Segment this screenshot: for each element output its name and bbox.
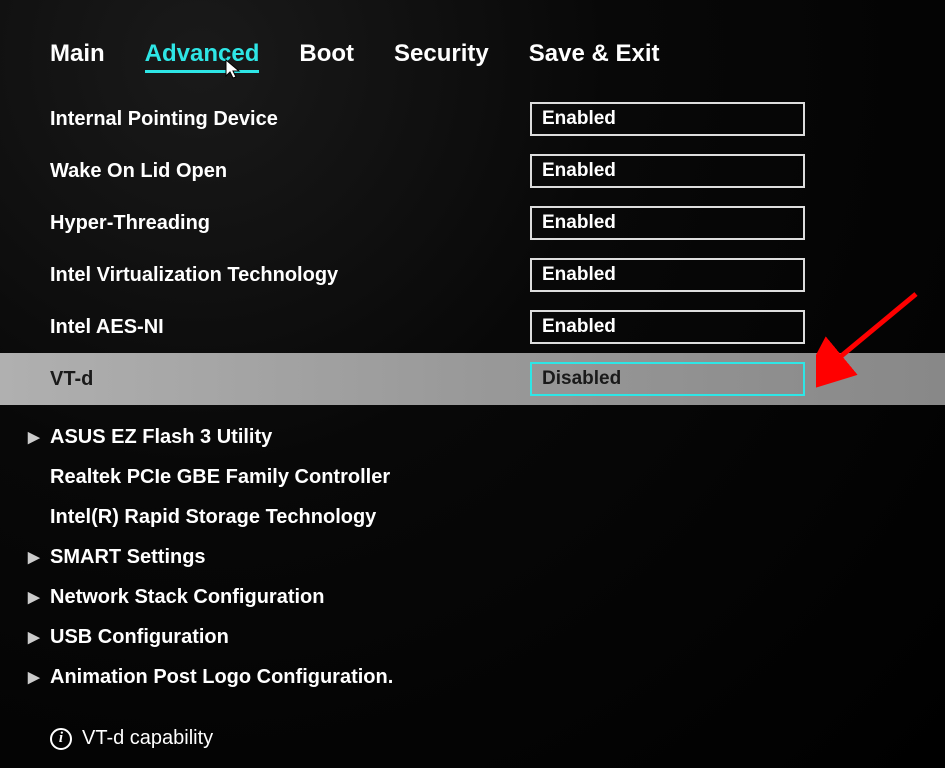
setting-vt-d[interactable]: VT-d Disabled bbox=[0, 353, 945, 405]
submenu-label: ASUS EZ Flash 3 Utility bbox=[50, 426, 272, 449]
setting-label: Internal Pointing Device bbox=[50, 108, 530, 131]
submenu-asus-ez-flash[interactable]: ▶ ASUS EZ Flash 3 Utility bbox=[0, 417, 945, 457]
setting-label: Wake On Lid Open bbox=[50, 160, 530, 183]
submenu-usb-configuration[interactable]: ▶ USB Configuration bbox=[0, 617, 945, 657]
help-bar: i VT-d capability bbox=[0, 697, 945, 750]
tab-security[interactable]: Security bbox=[394, 40, 489, 73]
submenu-label: USB Configuration bbox=[50, 626, 229, 649]
tab-boot[interactable]: Boot bbox=[299, 40, 354, 73]
setting-value-select[interactable]: Enabled bbox=[530, 310, 805, 344]
settings-list: Internal Pointing Device Enabled Wake On… bbox=[0, 93, 945, 697]
setting-hyper-threading[interactable]: Hyper-Threading Enabled bbox=[0, 197, 945, 249]
setting-intel-aes-ni[interactable]: Intel AES-NI Enabled bbox=[0, 301, 945, 353]
submenu-intel-rapid-storage[interactable]: ▶ Intel(R) Rapid Storage Technology bbox=[0, 497, 945, 537]
chevron-right-icon: ▶ bbox=[28, 428, 50, 446]
submenu-network-stack[interactable]: ▶ Network Stack Configuration bbox=[0, 577, 945, 617]
submenu-label: SMART Settings bbox=[50, 546, 206, 569]
submenu-label: Intel(R) Rapid Storage Technology bbox=[50, 506, 376, 529]
setting-label: VT-d bbox=[50, 368, 530, 391]
tab-main[interactable]: Main bbox=[50, 40, 105, 73]
setting-value-select[interactable]: Enabled bbox=[530, 154, 805, 188]
setting-intel-virtualization-technology[interactable]: Intel Virtualization Technology Enabled bbox=[0, 249, 945, 301]
chevron-right-icon: ▶ bbox=[28, 548, 50, 566]
tab-advanced[interactable]: Advanced bbox=[145, 40, 260, 73]
setting-value-select[interactable]: Enabled bbox=[530, 102, 805, 136]
chevron-right-icon: ▶ bbox=[28, 588, 50, 606]
submenu-realtek-controller[interactable]: ▶ Realtek PCIe GBE Family Controller bbox=[0, 457, 945, 497]
tab-save-exit[interactable]: Save & Exit bbox=[529, 40, 660, 73]
help-text: VT-d capability bbox=[82, 727, 213, 750]
submenu-animation-post-logo[interactable]: ▶ Animation Post Logo Configuration. bbox=[0, 657, 945, 697]
setting-label: Intel AES-NI bbox=[50, 316, 530, 339]
tab-bar: Main Advanced Boot Security Save & Exit bbox=[0, 0, 945, 93]
setting-label: Hyper-Threading bbox=[50, 212, 530, 235]
chevron-right-icon: ▶ bbox=[28, 668, 50, 686]
chevron-right-icon: ▶ bbox=[28, 628, 50, 646]
setting-wake-on-lid-open[interactable]: Wake On Lid Open Enabled bbox=[0, 145, 945, 197]
submenu-label: Network Stack Configuration bbox=[50, 586, 324, 609]
info-icon: i bbox=[50, 728, 72, 750]
setting-value-select[interactable]: Enabled bbox=[530, 258, 805, 292]
setting-internal-pointing-device[interactable]: Internal Pointing Device Enabled bbox=[0, 93, 945, 145]
setting-value-select[interactable]: Disabled bbox=[530, 362, 805, 396]
setting-value-select[interactable]: Enabled bbox=[530, 206, 805, 240]
setting-label: Intel Virtualization Technology bbox=[50, 264, 530, 287]
submenu-smart-settings[interactable]: ▶ SMART Settings bbox=[0, 537, 945, 577]
submenu-label: Animation Post Logo Configuration. bbox=[50, 666, 393, 689]
submenu-label: Realtek PCIe GBE Family Controller bbox=[50, 466, 390, 489]
